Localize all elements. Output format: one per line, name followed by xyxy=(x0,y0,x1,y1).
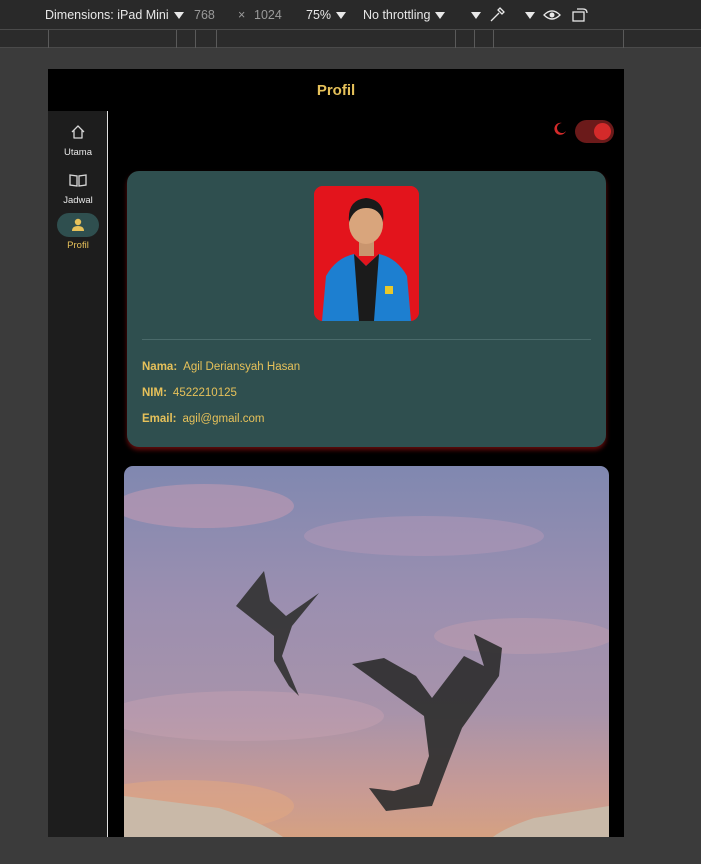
chevron-down-icon xyxy=(435,12,446,20)
email-row: Email: agil@gmail.com xyxy=(142,413,265,425)
name-row: Nama: Agil Deriansyah Hasan xyxy=(142,361,300,373)
chevron-down-icon xyxy=(173,12,184,20)
switch-thumb xyxy=(594,123,611,140)
throttling-label: No throttling xyxy=(363,8,431,22)
book-icon xyxy=(57,168,99,192)
card-divider xyxy=(142,339,591,340)
dimension-separator: × xyxy=(238,8,246,22)
dark-mode-switch[interactable] xyxy=(575,120,614,143)
field-value: agil@gmail.com xyxy=(182,413,265,425)
more-options-dropdown[interactable] xyxy=(466,8,481,22)
nav-label: Jadwal xyxy=(63,195,93,206)
zoom-label: 75% xyxy=(306,8,332,22)
device-viewport: Profil Utama Jadwal Profil Nama: Agil De… xyxy=(48,69,624,837)
field-value: 4522210125 xyxy=(172,387,237,399)
field-key: NIM: xyxy=(142,387,167,399)
moon-icon xyxy=(553,122,567,141)
app-bar: Profil xyxy=(48,69,624,111)
eyedropper-icon[interactable] xyxy=(489,6,506,26)
nav-item-utama[interactable]: Utama xyxy=(48,120,108,158)
eye-icon[interactable] xyxy=(543,8,561,25)
chevron-down-icon xyxy=(336,12,347,20)
field-value: Agil Deriansyah Hasan xyxy=(183,361,301,373)
dimensions-dropdown[interactable]: Dimensions: iPad Mini xyxy=(45,8,184,22)
nav-item-jadwal[interactable]: Jadwal xyxy=(48,168,108,206)
field-key: Email: xyxy=(142,413,177,425)
chevron-down-icon xyxy=(525,12,535,20)
navigation-rail: Utama Jadwal Profil xyxy=(48,111,108,837)
width-input[interactable]: 768 xyxy=(194,8,215,22)
dragons-sky-banner xyxy=(124,466,609,837)
theme-toggle-group xyxy=(553,120,614,143)
nim-row: NIM: 4522210125 xyxy=(142,387,237,399)
profile-card: Nama: Agil Deriansyah Hasan NIM: 452221012… xyxy=(127,171,606,447)
dimensions-label: Dimensions: iPad Mini xyxy=(45,8,169,22)
person-icon xyxy=(57,213,99,237)
nav-item-profil[interactable]: Profil xyxy=(48,213,108,251)
zoom-dropdown[interactable]: 75% xyxy=(306,8,347,22)
home-icon xyxy=(57,120,99,144)
throttling-dropdown[interactable]: No throttling xyxy=(363,8,446,22)
devtools-toolbar: Dimensions: iPad Mini 768 × 1024 75% No … xyxy=(0,0,701,30)
devtools-ruler xyxy=(0,29,701,48)
rotate-icon[interactable] xyxy=(571,7,589,26)
sensors-dropdown[interactable] xyxy=(520,8,535,22)
nav-label: Utama xyxy=(64,147,92,158)
nav-label: Profil xyxy=(67,240,89,251)
field-key: Nama: xyxy=(142,361,178,373)
height-input[interactable]: 1024 xyxy=(254,8,282,22)
page-title: Profil xyxy=(316,81,356,99)
chevron-down-icon xyxy=(471,12,481,20)
profile-photo xyxy=(314,186,419,321)
